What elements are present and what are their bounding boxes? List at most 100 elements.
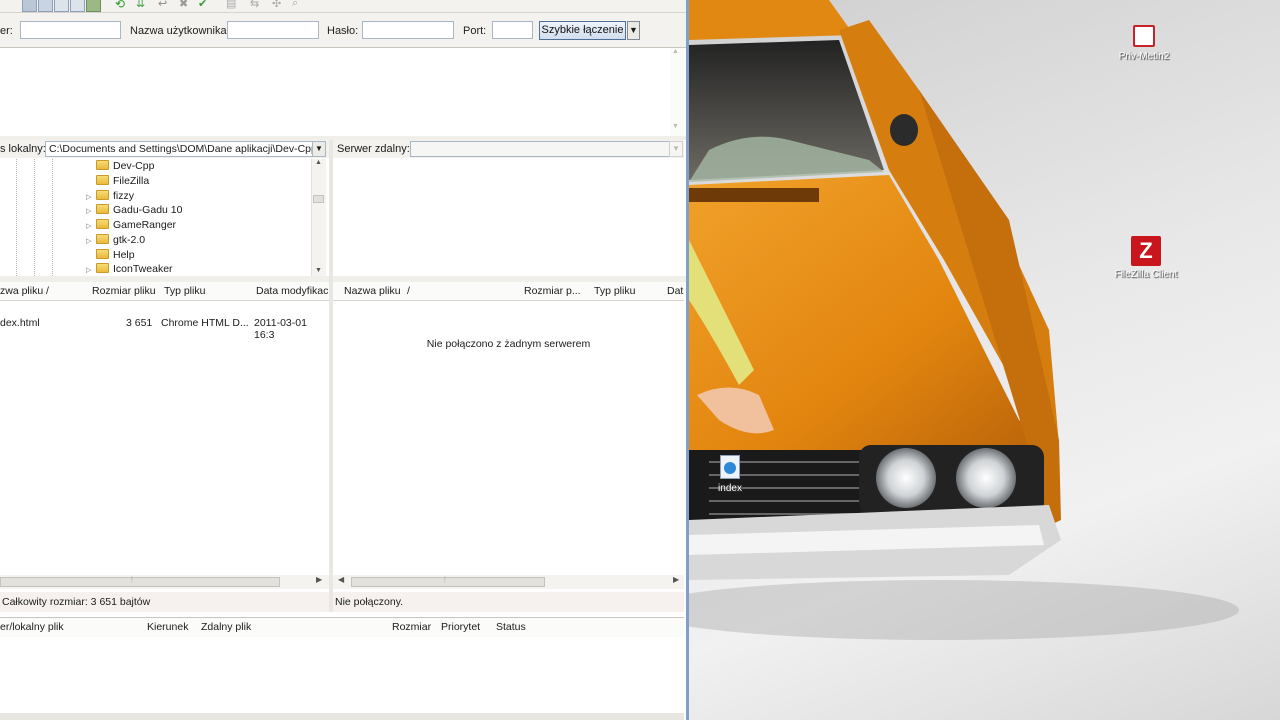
scroll-up-icon[interactable]: ▲ [672, 48, 679, 55]
queue-tabs[interactable] [0, 713, 684, 720]
chevron-down-icon: ▼ [315, 144, 323, 153]
tree-item[interactable]: ▷ gtk-2.0 [86, 233, 145, 247]
sync-browse-icon[interactable]: ✣ [272, 0, 281, 10]
remote-path-input[interactable] [410, 141, 670, 157]
scroll-right-icon[interactable]: ▶ [673, 575, 679, 584]
column-priority[interactable]: Priorytet [441, 621, 480, 633]
reconnect-icon[interactable]: ✔ [198, 0, 207, 10]
column-server-local-file[interactable]: er/lokalny plik [0, 621, 64, 633]
expand-icon[interactable]: ▷ [86, 220, 96, 234]
username-label: Nazwa użytkownika: [130, 25, 230, 37]
host-input[interactable] [20, 21, 121, 39]
remote-status-text: Nie połączony. [335, 596, 404, 608]
grip-icon: ⦙ [444, 575, 446, 584]
column-filetype[interactable]: Typ pliku [594, 285, 635, 297]
column-remote-file[interactable]: Zdalny plik [201, 621, 251, 633]
toggle-log-icon[interactable] [38, 0, 53, 12]
scroll-thumb[interactable] [351, 577, 545, 587]
column-modified[interactable]: Dat [667, 285, 683, 297]
column-direction[interactable]: Kierunek [147, 621, 188, 633]
local-path-dropdown[interactable]: ▼ [312, 141, 326, 157]
process-queue-icon[interactable]: ⇊ [136, 0, 145, 10]
scroll-up-icon[interactable]: ▲ [315, 159, 322, 166]
log-scrollbar[interactable]: ▲ ▼ [670, 48, 684, 136]
chevron-down-icon: ▼ [629, 25, 638, 35]
html-document-icon [720, 455, 740, 479]
password-input[interactable] [362, 21, 454, 39]
expand-icon[interactable]: ▷ [86, 205, 96, 219]
folder-icon [96, 160, 109, 170]
filter-icon[interactable]: ▤ [226, 0, 236, 10]
chevron-down-icon: ▼ [672, 144, 680, 153]
host-label: er: [0, 25, 13, 37]
scroll-thumb[interactable] [0, 577, 280, 587]
tree-scrollbar[interactable]: ▲ ▼ [311, 159, 326, 276]
tree-item[interactable]: Help [86, 248, 135, 262]
tree-item[interactable]: ▷ Gadu-Gadu 10 [86, 203, 182, 217]
scroll-down-icon[interactable]: ▼ [672, 123, 679, 130]
tree-item[interactable]: ▷ GameRanger [86, 218, 176, 232]
scroll-left-icon[interactable]: ◀ [338, 575, 344, 584]
filezilla-window: ⟲ ⇊ ↩ ✖ ✔ ▤ ⇆ ✣ ⌕ er: Nazwa użytkownika:… [0, 0, 686, 720]
toolbar: ⟲ ⇊ ↩ ✖ ✔ ▤ ⇆ ✣ ⌕ [0, 0, 686, 13]
toggle-tree-icon[interactable] [54, 0, 69, 12]
column-status[interactable]: Status [496, 621, 526, 633]
column-filename[interactable]: Nazwa pliku [344, 285, 401, 297]
table-row[interactable]: dex.html 3 651 Chrome HTML D... 2011-03-… [0, 317, 329, 341]
tree-item[interactable]: FileZilla [86, 174, 149, 188]
transfer-queue [0, 637, 684, 713]
compare-icon[interactable]: ⇆ [250, 0, 259, 10]
scroll-down-icon[interactable]: ▼ [315, 267, 322, 274]
port-label: Port: [463, 25, 487, 37]
tree-item[interactable]: Dev-Cpp [86, 159, 154, 173]
remote-hscrollbar[interactable]: ◀ ⦙ ▶ [333, 575, 684, 589]
site-manager-icon[interactable] [22, 0, 37, 12]
port-input[interactable] [492, 21, 533, 39]
toggle-remote-tree-icon[interactable] [70, 0, 85, 12]
column-filetype[interactable]: Typ pliku [164, 285, 205, 297]
desktop-icon[interactable]: Priv-Metin2 [1104, 25, 1184, 62]
remote-file-list: Nie połączono z żadnym serwerem [333, 301, 684, 575]
tree-item[interactable]: ▷ IconTweaker [86, 262, 173, 276]
scroll-thumb[interactable] [313, 195, 324, 203]
remote-file-columns: Nazwa pliku / Rozmiar p... Typ pliku Dat [333, 282, 684, 301]
column-filesize[interactable]: Rozmiar p... [524, 285, 581, 297]
quickconnect-dropdown-button[interactable]: ▼ [627, 21, 640, 40]
toggle-queue-icon[interactable] [86, 0, 101, 12]
expand-icon[interactable]: ▷ [86, 235, 96, 249]
local-path-input[interactable]: C:\Documents and Settings\DOM\Dane aplik… [45, 141, 313, 157]
local-status-bar: Całkowity rozmiar: 3 651 bajtów [0, 592, 329, 612]
remote-path-dropdown[interactable]: ▼ [669, 141, 683, 157]
column-filesize[interactable]: Rozmiar pliku [92, 285, 156, 297]
sort-icon: / [407, 285, 410, 297]
column-modified[interactable]: Data modyfikac [256, 285, 328, 297]
cancel-icon[interactable]: ↩ [158, 0, 167, 10]
tree-item[interactable]: ▷ fizzy [86, 189, 134, 203]
local-hscrollbar[interactable]: ⦙ ▶ [0, 575, 329, 589]
folder-icon [96, 204, 109, 214]
desktop-icon[interactable]: index [690, 455, 770, 494]
filezilla-icon: Z [1131, 236, 1161, 266]
local-path-bar: s lokalny: C:\Documents and Settings\DOM… [0, 140, 329, 158]
file-date: 2011-03-01 16:3 [254, 317, 307, 341]
queue-columns: er/lokalny plik Kierunek Zdalny plik Roz… [0, 617, 684, 638]
local-site-label: s lokalny: [0, 143, 46, 155]
folder-icon [96, 263, 109, 273]
local-directory-tree: Dev-Cpp FileZilla ▷ fizzy ▷ Gadu-Gadu 10 ▷… [0, 159, 325, 276]
stop-icon[interactable]: ✖ [179, 0, 188, 10]
scroll-right-icon[interactable]: ▶ [316, 575, 322, 584]
column-size[interactable]: Rozmiar [392, 621, 431, 633]
search-icon[interactable]: ⌕ [292, 0, 298, 10]
sort-icon: / [46, 285, 49, 297]
message-log [0, 48, 680, 136]
refresh-icon[interactable]: ⟲ [115, 0, 125, 11]
remote-status-bar: Nie połączony. [333, 592, 684, 612]
quickconnect-button[interactable]: Szybkie łączenie [539, 21, 626, 40]
desktop-icon[interactable]: Z FileZilla Client [1106, 236, 1186, 280]
folder-icon [96, 219, 109, 229]
column-filename[interactable]: zwa pliku [0, 285, 43, 297]
username-input[interactable] [227, 21, 319, 39]
local-file-list: dex.html 3 651 Chrome HTML D... 2011-03-… [0, 301, 329, 575]
desktop: Priv-Metin2 Z FileZilla Client index ⬉ [689, 0, 1280, 720]
file-name: dex.html [0, 317, 40, 329]
